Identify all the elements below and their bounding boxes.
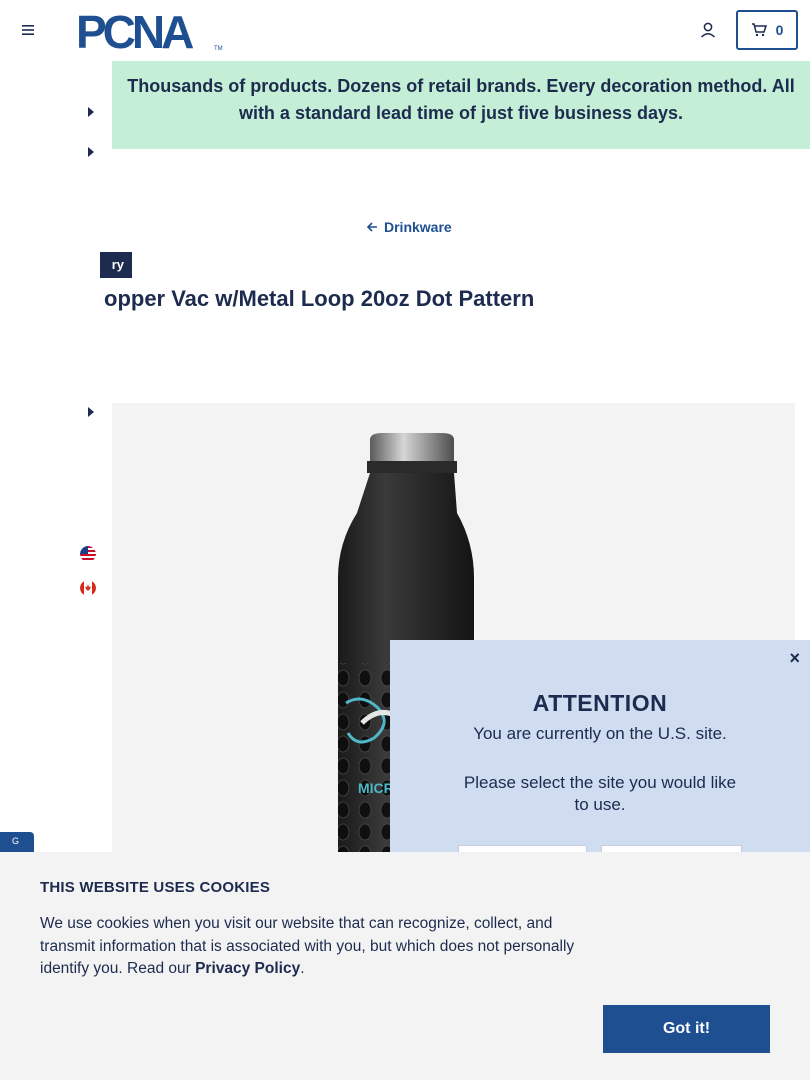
close-icon[interactable]: × [789,648,800,669]
menu-icon[interactable] [20,22,36,38]
cookie-banner: THIS WEBSITE USES COOKIES We use cookies… [0,852,810,1080]
svg-text:MICR: MICR [358,780,394,796]
category-tag-text: ry [111,257,124,272]
expand-arrow-icon[interactable] [88,407,94,417]
cart-icon [751,23,767,37]
cookie-body: We use cookies when you visit our websit… [40,913,610,981]
breadcrumb-back-link[interactable]: Drinkware [367,217,452,237]
cart-button[interactable]: 0 [736,10,798,50]
account-icon[interactable] [699,21,717,39]
modal-title: ATTENTION [532,690,668,716]
breadcrumb-label: Drinkware [384,219,452,235]
canada-flag-icon[interactable] [80,580,96,596]
promo-banner: Thousands of products. Dozens of retail … [112,61,810,149]
arrow-left-icon [367,222,377,232]
site-select-modal: × ATTENTION You are currently on the U.S… [390,640,810,857]
got-it-button[interactable]: Got it! [603,1005,770,1053]
cookie-body-text: We use cookies when you visit our websit… [40,915,575,977]
pcna-logo[interactable]: PCNA TM [76,10,224,52]
promo-banner-text: Thousands of products. Dozens of retail … [127,76,795,123]
privacy-policy-link[interactable]: Privacy Policy [195,960,300,977]
product-title-wrap: opper Vac w/Metal Loop 20oz Dot Pattern [104,280,604,320]
logo-tm: TM [214,46,223,52]
expand-arrow-icon[interactable] [88,107,94,117]
modal-instruction-text: Please select the site you would like to… [463,773,737,814]
page: PCNA TM 0 Thousands of products. Dozens … [0,0,810,1080]
translate-tab[interactable]: G [0,832,34,854]
us-flag-icon[interactable] [80,546,96,562]
cookie-title: THIS WEBSITE USES COOKIES [40,879,271,896]
translate-tab-label: G [12,836,20,846]
logo-text: PCNA [76,10,193,52]
cart-count: 0 [775,22,784,38]
modal-current-site-text: You are currently on the U.S. site. [473,724,727,743]
category-tag: ry [100,252,132,278]
cookie-period: . [300,960,305,977]
expand-arrow-icon[interactable] [88,147,94,157]
site-header: PCNA TM 0 [0,0,810,61]
product-title: opper Vac w/Metal Loop 20oz Dot Pattern [104,286,535,311]
